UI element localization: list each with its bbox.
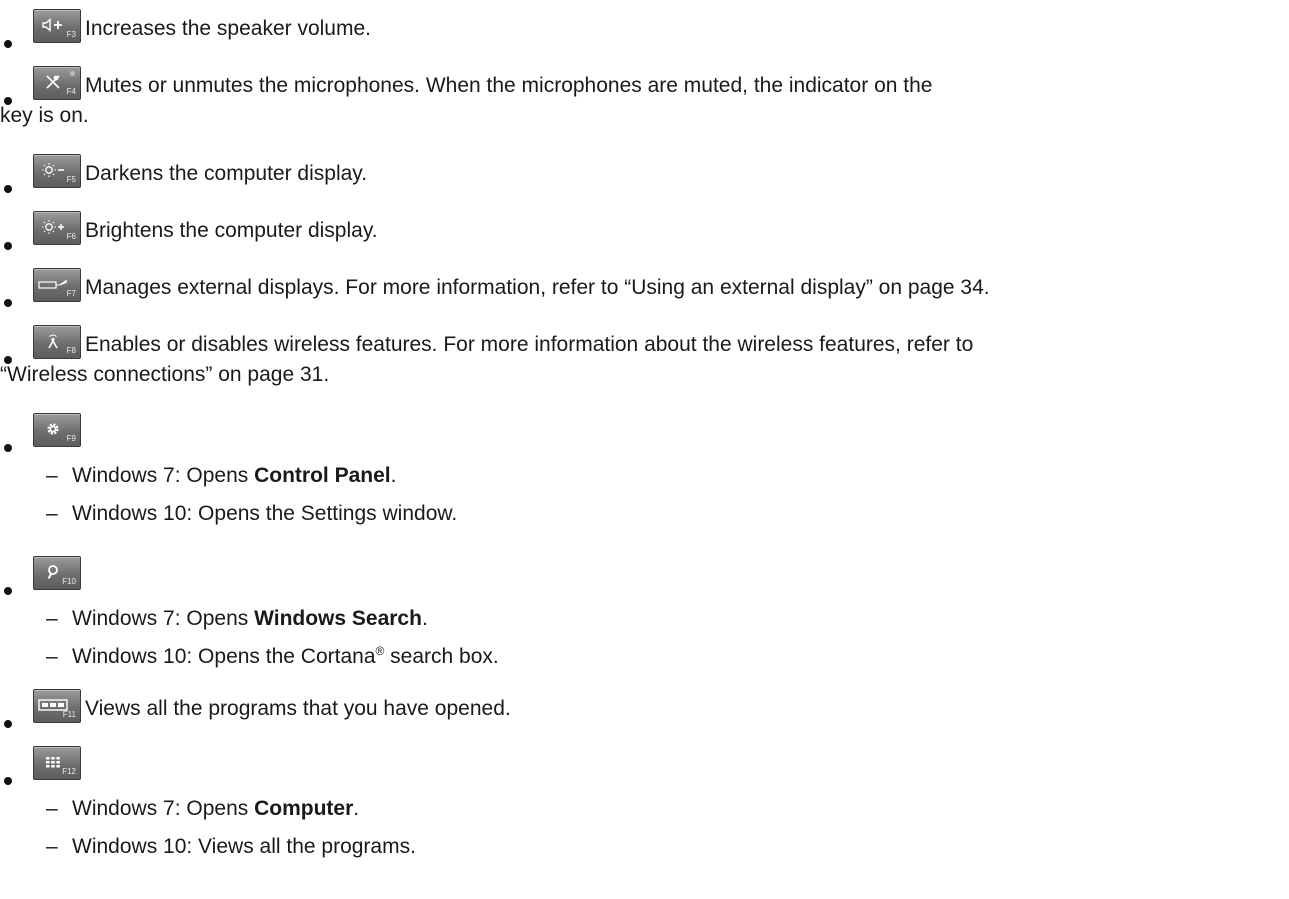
f4-key-image: F4 <box>33 66 81 100</box>
f9-key-image: F9 <box>33 413 81 447</box>
bullet <box>4 299 12 307</box>
f12-key-image: F12 <box>33 746 81 780</box>
dash-marker: – <box>46 645 58 668</box>
f10-key-image: F10 <box>33 556 81 590</box>
bullet <box>4 777 12 785</box>
item-description: Brightens the computer display. <box>85 219 378 242</box>
dash-marker: – <box>46 607 58 630</box>
sub-item-windows-7: – Windows 7: Opens Windows Search. <box>46 604 428 634</box>
bullet <box>4 185 12 193</box>
f7-key-image: F7 <box>33 268 81 302</box>
bullet <box>4 40 12 48</box>
sub-item-windows-7: – Windows 7: Opens Computer. <box>46 794 359 824</box>
dash-marker: – <box>46 797 58 820</box>
bullet <box>4 587 12 595</box>
f5-key-image: F5 <box>33 154 81 188</box>
dash-marker: – <box>46 502 58 525</box>
f8-key-image: F8 <box>33 325 81 359</box>
f6-key-image: F6 <box>33 211 81 245</box>
item-description: Increases the speaker volume. <box>85 17 371 40</box>
item-description-line-1: Mutes or unmutes the microphones. When t… <box>85 74 933 97</box>
item-description-line-2: “Wireless connections” on page 31. <box>0 363 330 386</box>
bullet <box>4 242 12 250</box>
bullet <box>4 720 12 728</box>
dash-marker: – <box>46 835 58 858</box>
sub-item-windows-10: – Windows 10: Opens the Cortana® search b… <box>46 642 499 672</box>
f11-key-image: F11 <box>33 689 81 723</box>
dash-marker: – <box>46 464 58 487</box>
f3-key-image: F3 <box>33 9 81 43</box>
item-description: Darkens the computer display. <box>85 162 368 185</box>
item-description-line-1: Enables or disables wireless features. F… <box>85 333 974 356</box>
mute-indicator-light <box>70 71 75 76</box>
sub-item-windows-10: – Windows 10: Views all the programs. <box>46 832 416 862</box>
item-description-line-2: key is on. <box>0 104 89 127</box>
sub-item-windows-10: – Windows 10: Opens the Settings window. <box>46 499 457 529</box>
item-description: Views all the programs that you have ope… <box>85 697 511 720</box>
item-description: Manages external displays. For more info… <box>85 276 990 299</box>
sub-item-windows-7: – Windows 7: Opens Control Panel. <box>46 461 396 491</box>
bullet <box>4 444 12 452</box>
function-keys-document: F3 Increases the speaker volume. F4 Mute… <box>0 0 1289 899</box>
